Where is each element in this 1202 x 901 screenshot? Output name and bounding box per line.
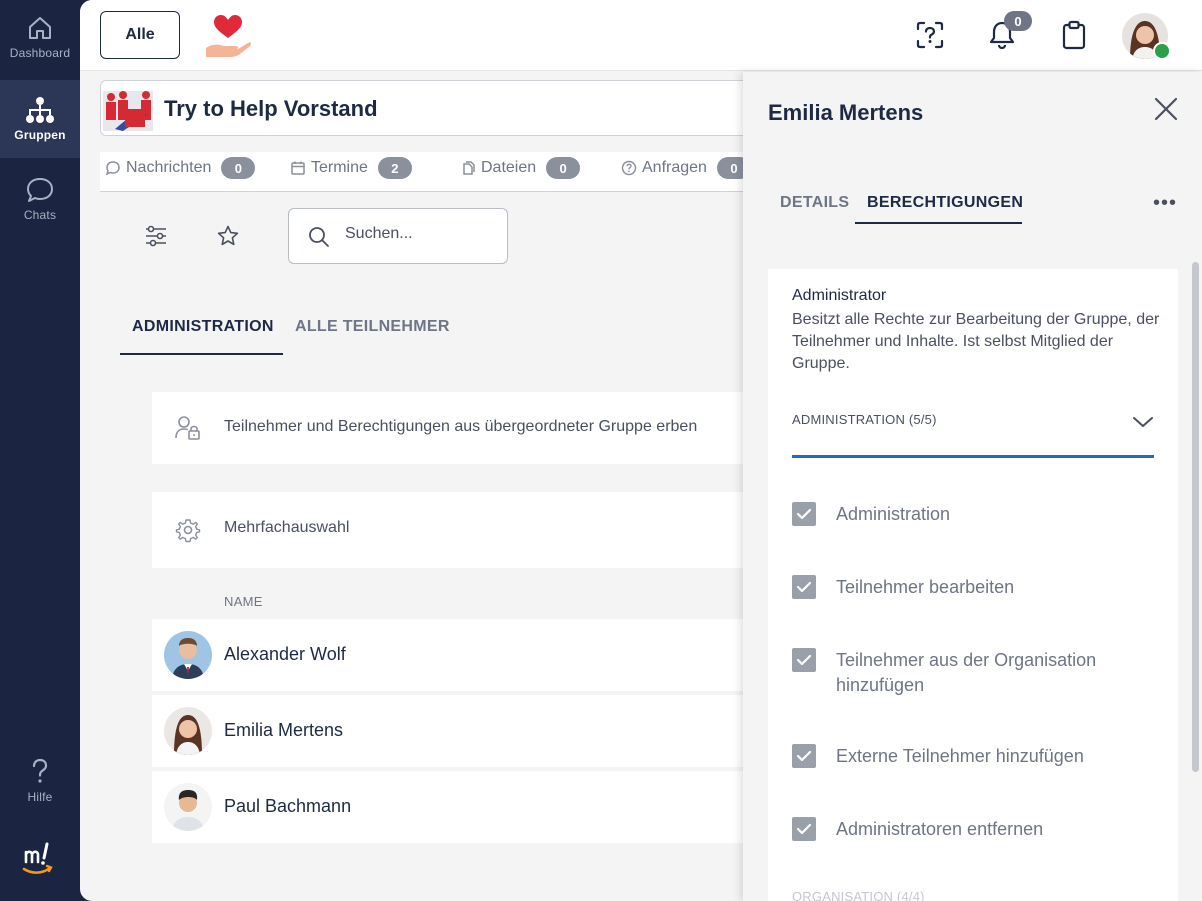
checkbox-checked-icon[interactable] (792, 648, 816, 672)
member-avatar (164, 707, 212, 755)
top-bar: Alle 0 (80, 0, 1202, 71)
permission-label: Administratoren entfernen (836, 819, 1044, 839)
inherit-permissions-label: Teilnehmer und Berechtigungen aus überge… (224, 418, 698, 435)
tab-all-participants[interactable]: ALLE TEILNEHMER (295, 318, 450, 355)
member-avatar (164, 631, 212, 679)
app-logo (22, 842, 53, 874)
member-name: Alexander Wolf (224, 644, 346, 664)
user-lock-icon (175, 416, 200, 440)
nav-dashboard-label: Dashboard (9, 46, 71, 60)
search-input[interactable] (345, 225, 495, 243)
question-circle-icon (621, 160, 637, 176)
nav-groups[interactable]: Gruppen (0, 80, 80, 158)
user-portrait-icon (164, 783, 212, 831)
permission-label: Externe Teilnehmer hinzufügen (836, 746, 1084, 766)
notifications-count-badge: 0 (1004, 11, 1032, 31)
member-name: Emilia Mertens (224, 720, 344, 740)
checkbox-checked-icon[interactable] (792, 575, 816, 599)
permission-label: Teilnehmer aus der Organisation hinzufüg… (836, 650, 1097, 695)
user-portrait-icon (164, 631, 212, 679)
permission-item[interactable]: Externe Teilnehmer hinzufügen (792, 744, 1136, 769)
inherit-permissions-row[interactable]: Teilnehmer und Berechtigungen aus überge… (152, 392, 772, 464)
nav-help[interactable]: Hilfe (0, 758, 80, 808)
chat-bubble-icon (105, 161, 120, 176)
help-request-button[interactable] (914, 19, 946, 51)
multi-select-row[interactable]: Mehrfachauswahl (152, 492, 772, 568)
tab-appointments-count: 2 (377, 157, 412, 179)
heart-hand-logo[interactable] (204, 12, 252, 58)
permission-label: Administration (836, 504, 951, 524)
tab-messages-count: 0 (221, 157, 256, 179)
member-row[interactable]: Emilia Mertens (152, 695, 772, 767)
role-name: Administrator (792, 287, 887, 304)
close-icon[interactable] (1153, 96, 1179, 122)
gear-icon (175, 519, 201, 543)
tab-appointments[interactable]: Termine 2 (290, 157, 412, 179)
all-groups-button[interactable]: Alle (100, 11, 180, 59)
tab-details[interactable]: DETAILS (780, 194, 849, 224)
file-icon (463, 161, 475, 175)
permission-item[interactable]: Teilnehmer bearbeiten (792, 575, 1136, 600)
tab-administration[interactable]: ADMINISTRATION (120, 318, 283, 355)
group-title: Try to Help Vorstand (164, 96, 378, 121)
member-avatar (164, 783, 212, 831)
permission-item[interactable]: Administratoren entfernen (792, 817, 1136, 842)
tab-requests[interactable]: Anfragen 0 (621, 157, 751, 179)
nav-help-label: Hilfe (27, 790, 53, 804)
search-box (288, 208, 508, 264)
tab-appointments-label: Termine (311, 159, 368, 176)
tab-requests-label: Anfragen (642, 159, 707, 176)
tab-messages[interactable]: Nachrichten 0 (105, 157, 256, 179)
tab-files-label: Dateien (481, 159, 537, 176)
group-logo (103, 91, 153, 131)
favorite-button[interactable] (214, 222, 242, 250)
calendar-icon (291, 161, 305, 175)
home-icon (29, 17, 51, 39)
group-tabs: Nachrichten 0 Termine 2 Dateien 0 Anfrag… (100, 152, 800, 192)
permissions-card: Administrator Besitzt alle Rechte zur Be… (768, 269, 1178, 901)
panel-title: Emilia Mertens (768, 100, 924, 125)
column-header-name: NAME (224, 594, 263, 609)
permission-item[interactable]: Administration (792, 502, 1136, 527)
role-description: Besitzt alle Rechte zur Bearbeitung der … (792, 311, 1160, 372)
checkbox-checked-icon[interactable] (792, 817, 816, 841)
checkbox-checked-icon[interactable] (792, 502, 816, 526)
online-status-icon (1153, 42, 1171, 60)
permission-label: Teilnehmer bearbeiten (836, 577, 1015, 597)
star-icon (217, 225, 239, 246)
tab-permissions[interactable]: BERECHTIGUNGEN (855, 194, 1023, 224)
clipboard-button[interactable] (1058, 19, 1090, 51)
user-portrait-icon (164, 707, 212, 755)
question-icon (32, 758, 48, 783)
group-header: Try to Help Vorstand (100, 80, 800, 136)
section-header-administration[interactable]: ADMINISTRATION (5/5) (792, 412, 937, 427)
section-underline (792, 455, 1154, 458)
checkbox-checked-icon[interactable] (792, 744, 816, 768)
permission-item[interactable]: Teilnehmer aus der Organisation hinzufüg… (792, 648, 1136, 698)
chevron-down-icon[interactable] (1132, 415, 1154, 429)
panel-scrollbar[interactable] (1192, 262, 1199, 772)
nav-chats[interactable]: Chats (0, 176, 80, 232)
section-header-organisation[interactable]: ORGANISATION (4/4) (792, 889, 925, 901)
filter-button[interactable] (142, 222, 170, 250)
search-icon (309, 227, 329, 247)
question-frame-icon (916, 21, 944, 49)
clipboard-icon (1062, 20, 1086, 50)
multi-select-label: Mehrfachauswahl (224, 519, 350, 536)
org-tree-icon (26, 97, 54, 123)
tab-files-count: 0 (546, 157, 581, 179)
nav-dashboard[interactable]: Dashboard (0, 14, 80, 70)
member-detail-panel: Emilia Mertens DETAILS BERECHTIGUNGEN ••… (743, 72, 1202, 901)
chat-bubble-icon (27, 178, 53, 202)
nav-chats-label: Chats (23, 208, 57, 222)
tab-files[interactable]: Dateien 0 (460, 157, 581, 179)
tab-messages-label: Nachrichten (126, 159, 212, 176)
member-row[interactable]: Paul Bachmann (152, 771, 772, 843)
main-navigation: Dashboard Gruppen Chats Hilfe (0, 0, 80, 901)
member-row[interactable]: Alexander Wolf (152, 619, 772, 691)
sliders-icon (146, 225, 166, 247)
more-options-icon[interactable]: ••• (1153, 192, 1177, 215)
member-name: Paul Bachmann (224, 796, 352, 816)
nav-groups-label: Gruppen (14, 128, 66, 142)
